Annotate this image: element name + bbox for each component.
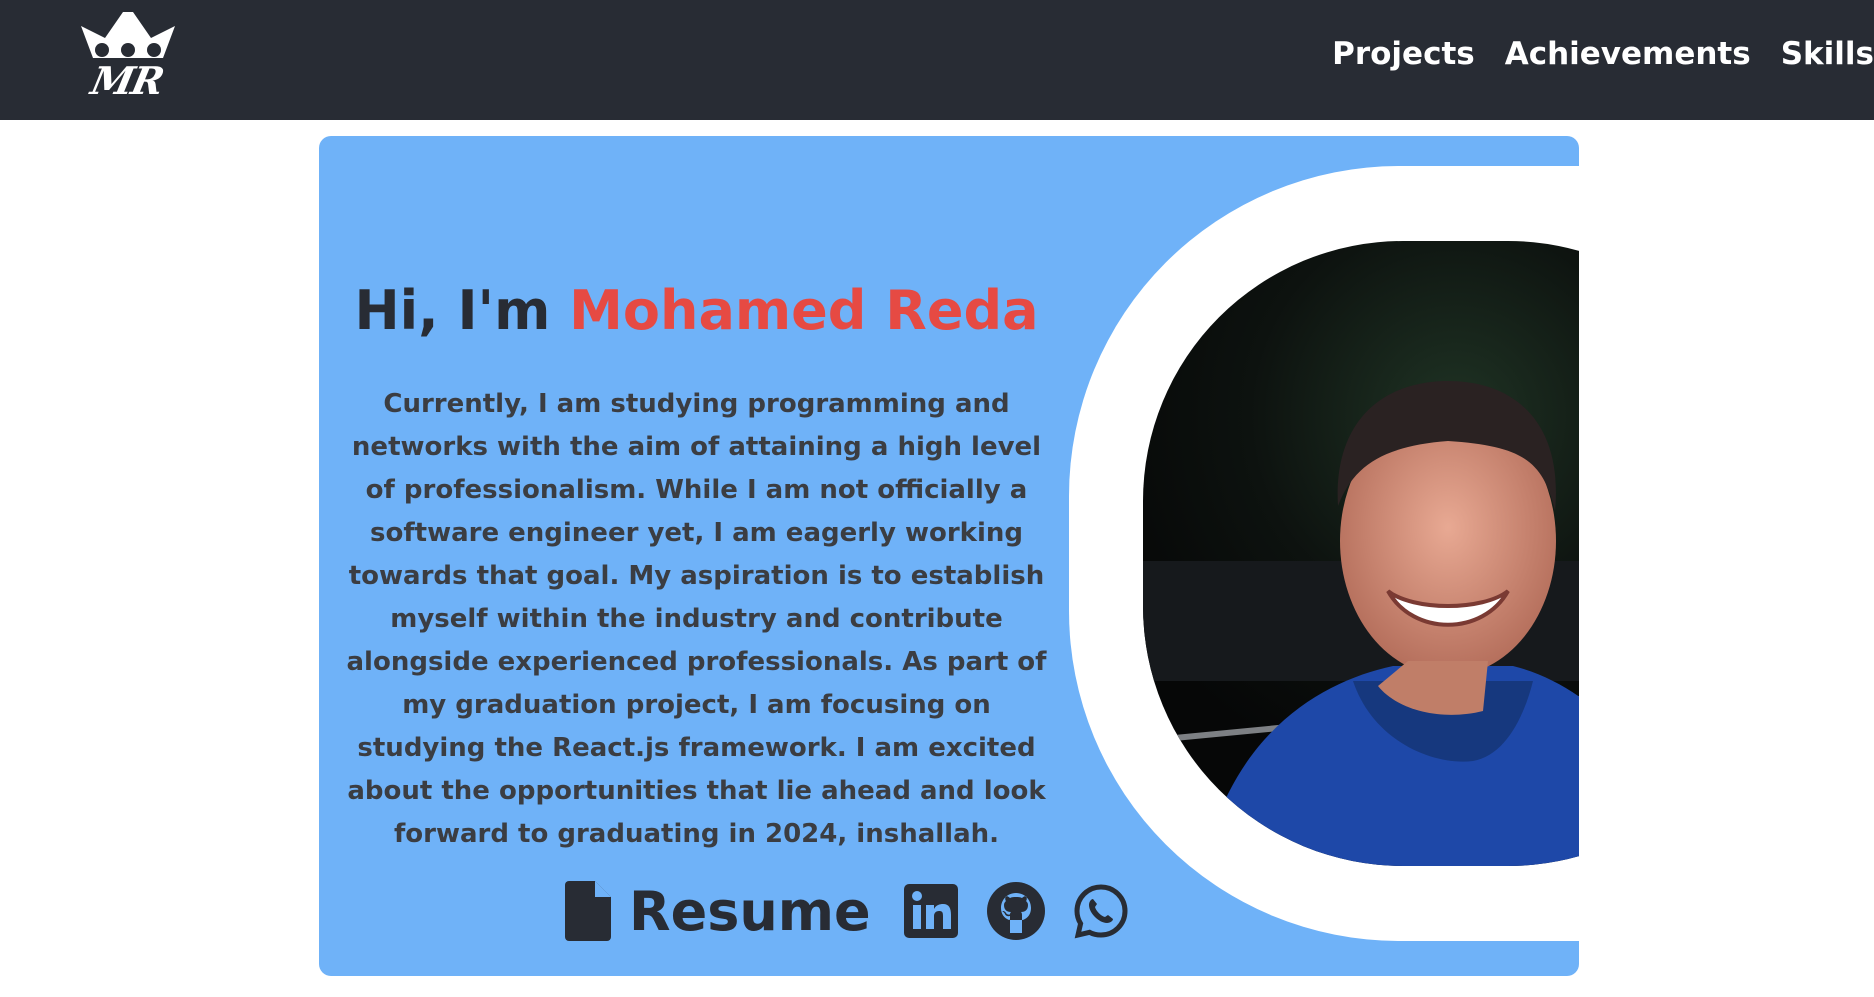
top-navbar: MR Projects Achievements Skills bbox=[0, 0, 1874, 120]
hero-actions: Resume bbox=[565, 876, 1156, 946]
file-icon bbox=[565, 881, 611, 941]
linkedin-link[interactable] bbox=[901, 881, 961, 941]
hero-name: Mohamed Reda bbox=[569, 279, 1039, 342]
hero-bio: Currently, I am studying programming and… bbox=[346, 389, 1047, 849]
whatsapp-icon bbox=[1074, 884, 1128, 939]
linkedin-icon bbox=[903, 884, 958, 938]
profile-photo-art bbox=[1143, 241, 1579, 866]
crown-icon bbox=[81, 12, 175, 58]
github-icon bbox=[986, 882, 1045, 940]
resume-button[interactable]: Resume bbox=[565, 880, 871, 943]
nav-links: Projects Achievements Skills bbox=[1332, 36, 1874, 72]
hero-title: Hi, I'm Mohamed Reda bbox=[319, 279, 1074, 342]
nav-link-skills[interactable]: Skills bbox=[1781, 36, 1874, 72]
whatsapp-link[interactable] bbox=[1071, 881, 1131, 941]
github-link[interactable] bbox=[986, 881, 1046, 941]
profile-photo bbox=[1143, 241, 1579, 866]
nav-link-achievements[interactable]: Achievements bbox=[1505, 36, 1751, 72]
nav-link-projects[interactable]: Projects bbox=[1332, 36, 1475, 72]
logo-text: MR bbox=[87, 58, 167, 103]
greeting-text: Hi, I'm bbox=[354, 279, 551, 342]
hero-card: Hi, I'm Mohamed Reda Currently, I am stu… bbox=[319, 136, 1579, 976]
resume-label: Resume bbox=[629, 879, 871, 943]
